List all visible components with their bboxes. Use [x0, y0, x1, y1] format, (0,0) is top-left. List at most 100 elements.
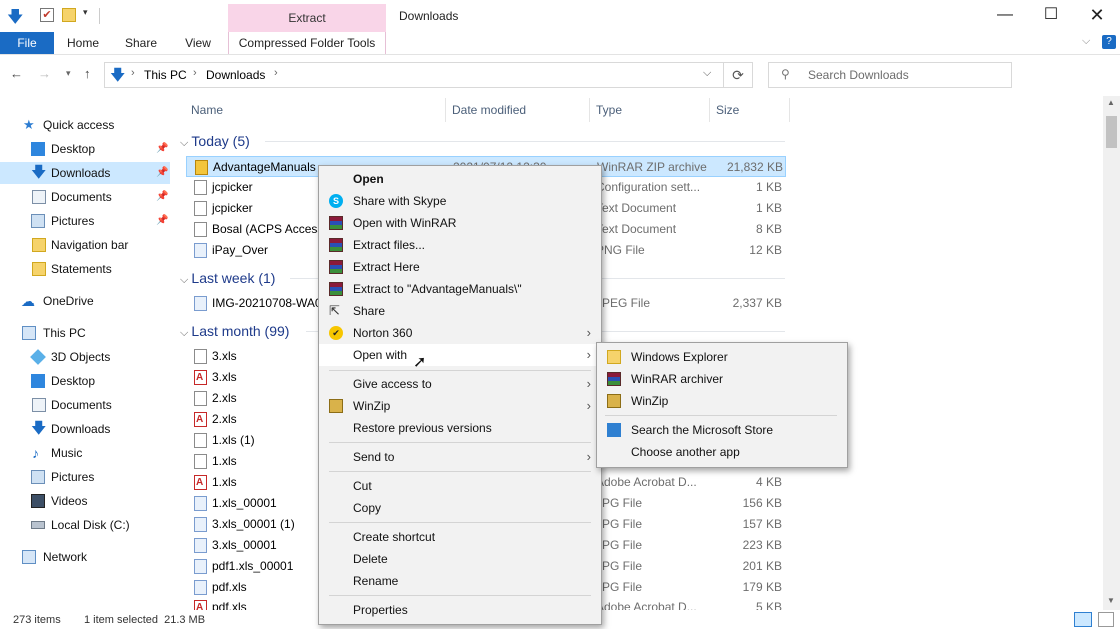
tab-home[interactable]: Home: [60, 32, 106, 54]
column-header-size[interactable]: Size: [716, 100, 739, 120]
mouse-cursor-icon: ➚: [413, 354, 427, 371]
nav-network[interactable]: Network: [0, 546, 170, 568]
nav-pc-local-disk[interactable]: Local Disk (C:): [0, 514, 170, 536]
menu-item-cut[interactable]: Cut: [319, 475, 601, 497]
nav-quick-navigation-bar[interactable]: Navigation bar: [0, 234, 170, 256]
nav-quick-desktop[interactable]: Desktop 📌: [0, 138, 170, 160]
group-header-last-month[interactable]: ⌵ Last month (99): [180, 321, 289, 341]
collapse-chevron-icon[interactable]: ⌵: [180, 137, 191, 149]
address-dropdown-chevron-icon[interactable]: ⌵: [703, 67, 711, 80]
tab-compressed-folder-tools[interactable]: Compressed Folder Tools: [229, 32, 385, 54]
column-separator[interactable]: [445, 98, 446, 122]
menu-item-windows-explorer[interactable]: Windows Explorer: [597, 346, 847, 368]
nav-quick-pictures[interactable]: Pictures 📌: [0, 210, 170, 232]
pin-icon[interactable]: 📌: [156, 186, 168, 208]
customize-dropdown-icon[interactable]: ▾: [83, 7, 88, 18]
menu-item-choose-another-app[interactable]: Choose another app: [597, 441, 847, 463]
column-header-type[interactable]: Type: [596, 100, 622, 120]
menu-item-norton-360[interactable]: ✔ Norton 360 ›: [319, 322, 601, 344]
new-folder-icon[interactable]: [62, 8, 76, 22]
menu-item-winzip-app[interactable]: WinZip: [597, 390, 847, 412]
breadcrumb-downloads[interactable]: Downloads: [206, 68, 265, 82]
menu-item-create-shortcut[interactable]: Create shortcut: [319, 526, 601, 548]
column-separator[interactable]: [589, 98, 590, 122]
file-name: 3.xls: [212, 349, 237, 363]
large-icons-view-icon[interactable]: [1098, 612, 1114, 627]
maximize-button[interactable]: ☐: [1028, 0, 1074, 32]
nav-onedrive[interactable]: ☁ OneDrive: [0, 290, 170, 312]
breadcrumb-this-pc[interactable]: This PC: [144, 68, 187, 82]
scrollbar-thumb[interactable]: [1106, 116, 1117, 148]
pin-icon[interactable]: 📌: [156, 138, 168, 160]
nav-quick-access[interactable]: ★ Quick access: [0, 114, 170, 136]
menu-item-open-with-winrar[interactable]: Open with WinRAR: [319, 212, 601, 234]
ribbon-expand-chevron-icon[interactable]: ⌵: [1082, 35, 1090, 48]
minimize-button[interactable]: —: [982, 0, 1028, 32]
menu-item-share-with-skype[interactable]: S Share with Skype: [319, 190, 601, 212]
menu-item-extract-files[interactable]: Extract files...: [319, 234, 601, 256]
tab-view[interactable]: View: [176, 32, 220, 54]
column-separator[interactable]: [789, 98, 790, 122]
column-separator[interactable]: [709, 98, 710, 122]
help-icon[interactable]: ?: [1102, 35, 1116, 49]
pin-icon[interactable]: 📌: [156, 210, 168, 232]
menu-item-copy[interactable]: Copy: [319, 497, 601, 519]
back-arrow-icon[interactable]: ←: [10, 66, 23, 81]
menu-item-share[interactable]: ⇱ Share: [319, 300, 601, 322]
group-header-today[interactable]: ⌵ Today (5): [180, 131, 250, 151]
nav-pc-music[interactable]: ♪ Music: [0, 442, 170, 464]
nav-this-pc[interactable]: This PC: [0, 322, 170, 344]
menu-item-open[interactable]: Open: [319, 168, 601, 190]
column-header-name[interactable]: Name: [191, 100, 223, 120]
search-input[interactable]: ⚲ Search Downloads: [768, 62, 1012, 88]
recent-locations-chevron-icon[interactable]: ▾: [66, 68, 71, 79]
menu-item-give-access-to[interactable]: Give access to ›: [319, 373, 601, 395]
nav-pc-3d-objects[interactable]: 3D Objects: [0, 346, 170, 368]
tab-file[interactable]: File: [0, 32, 54, 54]
properties-check-icon[interactable]: ✔: [40, 8, 54, 22]
column-header-date[interactable]: Date modified: [452, 100, 526, 120]
close-button[interactable]: ✕: [1074, 0, 1120, 32]
menu-item-extract-here[interactable]: Extract Here: [319, 256, 601, 278]
downloads-folder-icon: 🡇: [110, 67, 126, 84]
group-header-last-week[interactable]: ⌵ Last week (1): [180, 268, 275, 288]
menu-item-open-with[interactable]: Open with ›: [319, 344, 601, 366]
refresh-button[interactable]: ⟳: [724, 62, 753, 88]
menu-item-restore-previous-versions[interactable]: Restore previous versions: [319, 417, 601, 439]
nav-pc-documents[interactable]: Documents: [0, 394, 170, 416]
nav-quick-statements[interactable]: Statements: [0, 258, 170, 280]
scroll-up-arrow-icon[interactable]: ▲: [1107, 98, 1115, 107]
tab-share[interactable]: Share: [118, 32, 164, 54]
menu-item-properties[interactable]: Properties: [319, 599, 601, 621]
breadcrumb-separator-icon[interactable]: ›: [193, 67, 197, 79]
breadcrumb-separator-icon[interactable]: ›: [274, 67, 278, 79]
details-view-icon[interactable]: [1074, 612, 1092, 627]
quick-access-down-arrow-icon[interactable]: 🡇: [7, 6, 23, 33]
menu-item-send-to[interactable]: Send to ›: [319, 446, 601, 468]
menu-item-winrar-archiver[interactable]: WinRAR archiver: [597, 368, 847, 390]
menu-item-delete[interactable]: Delete: [319, 548, 601, 570]
forward-arrow-icon[interactable]: →: [38, 66, 51, 81]
nav-pc-videos[interactable]: Videos: [0, 490, 170, 512]
nav-quick-downloads[interactable]: 🡇 Downloads 📌: [0, 162, 170, 184]
collapse-chevron-icon[interactable]: ⌵: [180, 274, 191, 286]
vertical-scrollbar[interactable]: ▲ ▼: [1103, 96, 1120, 610]
nav-pc-desktop[interactable]: Desktop: [0, 370, 170, 392]
menu-item-extract-to[interactable]: Extract to "AdvantageManuals\": [319, 278, 601, 300]
breadcrumb-separator-icon[interactable]: ›: [131, 67, 135, 79]
extract-context-header[interactable]: Extract: [228, 4, 386, 32]
scroll-down-arrow-icon[interactable]: ▼: [1107, 596, 1115, 605]
menu-item-rename[interactable]: Rename: [319, 570, 601, 592]
address-bar[interactable]: 🡇 › This PC › Downloads › ⌵: [104, 62, 724, 88]
up-arrow-icon[interactable]: ↑: [84, 66, 91, 81]
collapse-chevron-icon[interactable]: ⌵: [180, 327, 191, 339]
menu-item-winzip[interactable]: WinZip ›: [319, 395, 601, 417]
nav-label: Pictures: [51, 470, 95, 484]
file-size: 179 KB: [742, 580, 782, 594]
pin-icon[interactable]: 📌: [156, 162, 168, 184]
menu-label: Give access to: [353, 377, 432, 391]
nav-pc-pictures[interactable]: Pictures: [0, 466, 170, 488]
nav-pc-downloads[interactable]: 🡇 Downloads: [0, 418, 170, 440]
menu-item-search-store[interactable]: Search the Microsoft Store: [597, 419, 847, 441]
nav-quick-documents[interactable]: Documents 📌: [0, 186, 170, 208]
